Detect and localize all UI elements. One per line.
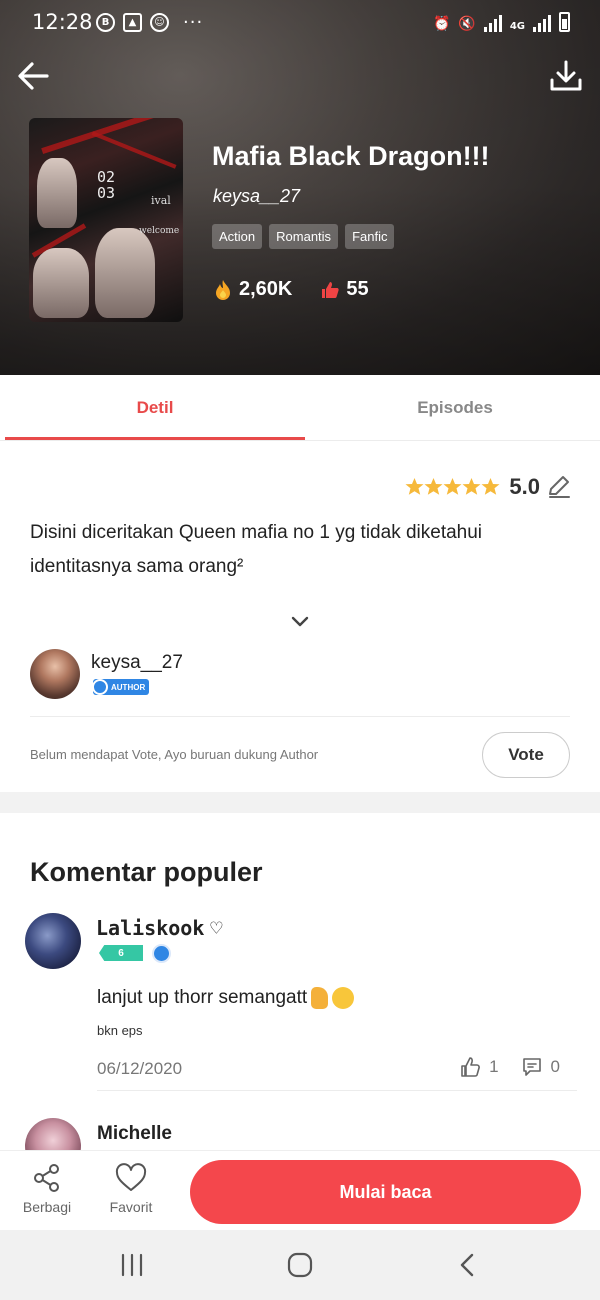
rating-stars xyxy=(405,477,501,497)
author-row[interactable]: keysa__27 AUTHOR xyxy=(30,648,570,702)
vote-button[interactable]: Vote xyxy=(482,732,570,778)
section-separator xyxy=(0,792,600,813)
start-reading-button[interactable]: Mulai baca xyxy=(190,1160,581,1224)
story-cover-image: 02 03 ival welcome xyxy=(29,118,183,322)
author-badge: AUTHOR xyxy=(92,679,150,695)
author-badge-icon xyxy=(92,679,108,695)
story-header: 12:28 B ▲ ☺ ··· ⏰ 🔇 4G 02 03 ival welcom… xyxy=(0,0,600,375)
comment-date: 06/12/2020 xyxy=(97,1059,183,1078)
rating: 5.0 xyxy=(405,474,572,500)
comments-title: Komentar populer xyxy=(30,857,263,887)
author-name[interactable]: keysa__27 xyxy=(91,652,183,674)
image-icon: ▲ xyxy=(123,13,142,32)
alarm-icon: ⏰ xyxy=(432,16,451,32)
chevron-down-icon xyxy=(291,616,309,627)
tag-action[interactable]: Action xyxy=(212,224,263,249)
b-icon: B xyxy=(96,13,115,32)
bottom-action-bar: Berbagi Favorit Mulai baca xyxy=(0,1150,600,1230)
tag-fanfic[interactable]: Fanfic xyxy=(345,224,395,249)
comment-subtext: bkn eps xyxy=(97,1023,143,1038)
favorite-button[interactable]: Favorit xyxy=(101,1163,161,1215)
comment-text: lanjut up thorr semangatt xyxy=(97,987,355,1009)
home-icon xyxy=(287,1252,313,1278)
fire-icon xyxy=(216,279,230,300)
heart-icon xyxy=(115,1163,147,1191)
signal-icon xyxy=(483,14,502,32)
download-button[interactable] xyxy=(546,56,586,96)
star-icons xyxy=(405,478,500,495)
comment-bubble-icon xyxy=(522,1058,541,1076)
commenter-name[interactable]: Laliskook ♡ xyxy=(96,916,222,940)
recent-apps-icon xyxy=(121,1253,143,1277)
chevron-left-icon xyxy=(460,1253,474,1277)
vote-prompt: Belum mendapat Vote, Ayo buruan dukung A… xyxy=(30,747,319,762)
signal-icon-2 xyxy=(533,14,551,32)
heart-icon: ♡ xyxy=(210,916,223,940)
divider xyxy=(97,1090,577,1091)
tab-detil[interactable]: Detil xyxy=(5,375,305,441)
rating-value: 5.0 xyxy=(509,474,540,499)
comment-reply-button[interactable]: 0 xyxy=(521,1056,560,1078)
divider xyxy=(30,716,570,717)
comment-actions: 1 0 xyxy=(459,1056,560,1078)
story-description: Disini diceritakan Queen mafia no 1 yg t… xyxy=(30,522,483,577)
mute-icon: 🔇 xyxy=(458,16,476,32)
download-icon xyxy=(550,60,582,91)
arrow-left-icon xyxy=(18,62,49,90)
share-icon xyxy=(34,1164,59,1192)
views-stat: 2,60K xyxy=(213,278,292,301)
views-count: 2,60K xyxy=(239,278,293,300)
thumbs-up-icon xyxy=(322,281,340,298)
thumbs-up-icon xyxy=(461,1057,480,1077)
tag-romantis[interactable]: Romantis xyxy=(269,224,339,249)
tab-bar: Detil Episodes xyxy=(0,375,600,441)
commenter-avatar[interactable] xyxy=(25,913,81,969)
status-bar: 12:28 B ▲ ☺ ··· ⏰ 🔇 4G xyxy=(0,0,600,46)
recent-apps-button[interactable] xyxy=(114,1250,150,1280)
home-button[interactable] xyxy=(282,1250,318,1280)
comment-like-button[interactable]: 1 xyxy=(459,1056,499,1078)
tab-episodes[interactable]: Episodes xyxy=(305,375,600,441)
commenter-name[interactable]: Michelle xyxy=(97,1123,172,1145)
back-button[interactable] xyxy=(14,56,54,96)
battery-icon xyxy=(559,12,570,32)
emoji-icon: ☺ xyxy=(150,13,169,32)
likes-count: 55 xyxy=(346,278,369,300)
verified-badge-icon xyxy=(152,944,171,963)
likes-stat: 55 xyxy=(320,278,369,301)
genre-tags: Action Romantis Fanfic xyxy=(212,224,395,249)
edit-rating-icon[interactable] xyxy=(546,474,572,500)
story-stats: 2,60K 55 xyxy=(213,278,369,301)
level-badge: 6 xyxy=(99,945,143,961)
thumbs-up-emoji-icon xyxy=(311,987,329,1009)
system-nav-bar xyxy=(0,1230,600,1300)
share-button[interactable]: Berbagi xyxy=(17,1163,77,1215)
author-avatar[interactable] xyxy=(30,649,80,699)
active-tab-indicator xyxy=(5,437,305,440)
back-nav-button[interactable] xyxy=(450,1250,486,1280)
smile-emoji-icon xyxy=(332,987,355,1009)
expand-description-button[interactable] xyxy=(288,612,312,632)
story-title: Mafia Black Dragon!!! xyxy=(212,141,490,171)
story-author[interactable]: keysa__27 xyxy=(213,186,300,207)
more-notifications-icon: ··· xyxy=(183,12,204,33)
status-time: 12:28 xyxy=(32,10,93,34)
network-type: 4G xyxy=(509,21,525,32)
